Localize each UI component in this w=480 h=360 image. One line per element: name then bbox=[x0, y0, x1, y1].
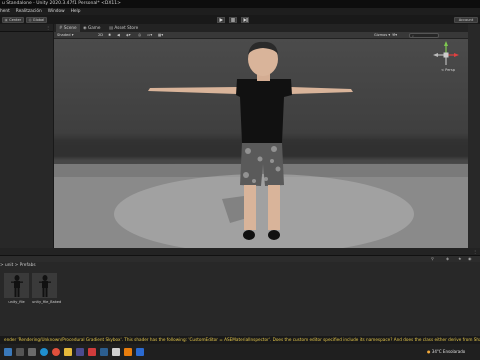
edge-icon[interactable] bbox=[40, 348, 48, 356]
asset-item[interactable]: unity_file bbox=[4, 273, 29, 310]
explorer-icon[interactable] bbox=[64, 348, 72, 356]
hierarchy-menu-icon[interactable]: ⋮ bbox=[46, 24, 50, 32]
menu-item[interactable]: Help bbox=[71, 8, 81, 15]
projection-label[interactable]: < Persp bbox=[441, 68, 455, 72]
menu-bar: hent Realitzación Window Help bbox=[0, 8, 480, 15]
orientation-gizmo[interactable] bbox=[433, 41, 459, 65]
chevron-down-icon: ▾ bbox=[388, 33, 391, 37]
step-button[interactable] bbox=[241, 16, 249, 23]
pivot-icon: ▣ bbox=[4, 17, 8, 22]
scene-search-input[interactable]: ⌕ bbox=[409, 33, 439, 38]
search-icon[interactable] bbox=[16, 348, 24, 356]
pause-icon bbox=[231, 17, 235, 22]
scene-view-toolbar: Shaded ▾ 2D ✺ ◀ ◈▾ ◎ ▭▾ ▦▾ ⚒▾ Gizmos ▾ ⌕ bbox=[54, 32, 468, 39]
mail-icon[interactable] bbox=[88, 348, 96, 356]
weather-widget[interactable]: ● 34°C Ensolarado bbox=[427, 348, 465, 356]
photoshop-icon[interactable] bbox=[136, 348, 144, 356]
globe-icon: ◍ bbox=[28, 17, 32, 22]
effects-icon: ◈▾ bbox=[126, 33, 131, 37]
tab-game[interactable]: ◉ Game bbox=[80, 24, 103, 32]
store-icon[interactable] bbox=[76, 348, 84, 356]
effects-dropdown[interactable]: ◈▾ bbox=[126, 33, 131, 38]
pivot-center-button[interactable]: ▣ Center bbox=[2, 16, 24, 23]
unity-icon[interactable] bbox=[112, 348, 120, 356]
wrench-icon: ⚒▾ bbox=[392, 33, 398, 37]
gizmos-dropdown[interactable]: Gizmos ▾ bbox=[374, 33, 390, 38]
blender-icon[interactable] bbox=[124, 348, 132, 356]
taskbar bbox=[0, 344, 480, 360]
steam-icon[interactable] bbox=[100, 348, 108, 356]
project-header: ⋮ bbox=[0, 248, 480, 256]
inspector-panel bbox=[468, 24, 480, 248]
chevron-down-icon: ▾ bbox=[71, 33, 74, 37]
favorite-icon[interactable]: ★ bbox=[458, 256, 462, 261]
chrome-icon[interactable] bbox=[52, 348, 60, 356]
snap-grid-dropdown[interactable]: ▦▾ bbox=[158, 33, 163, 38]
game-tab-icon: ◉ bbox=[83, 25, 87, 30]
filter-icon[interactable]: ◈ bbox=[446, 256, 449, 261]
store-tab-icon: ▤ bbox=[109, 25, 113, 30]
menu-item[interactable]: Realitzación bbox=[16, 8, 42, 15]
asset-name: unity_file_Baked bbox=[32, 300, 62, 304]
sun-icon: ● bbox=[427, 349, 431, 354]
hidden-count-icon[interactable]: ◉ bbox=[468, 256, 472, 261]
search-icon: ⌕ bbox=[412, 34, 415, 38]
grid-icon: ▦▾ bbox=[158, 33, 164, 37]
asset-name: unity_file bbox=[8, 300, 25, 304]
start-icon[interactable] bbox=[4, 348, 12, 356]
asset-item[interactable]: unity_file_Baked bbox=[32, 273, 62, 310]
project-toolbar: ⚲ ◈ ★ ◉ bbox=[0, 256, 480, 262]
tab-asset-store[interactable]: ▤ Asset Store bbox=[106, 24, 141, 32]
scene-tab-icon: # bbox=[59, 25, 63, 30]
step-icon bbox=[243, 17, 247, 22]
panel-menu-icon[interactable]: ⋮ bbox=[473, 248, 477, 256]
eye-icon: ◎ bbox=[138, 33, 142, 37]
pivot-global-button[interactable]: ◍ Global bbox=[26, 16, 47, 23]
breadcrumb[interactable]: > unit > Prefabs bbox=[0, 262, 36, 270]
audio-toggle[interactable]: ◀ bbox=[117, 33, 120, 38]
main-toolbar: ▣ Center ◍ Global Account bbox=[0, 15, 480, 24]
hierarchy-header: ⋮ bbox=[0, 24, 53, 32]
console-status-bar[interactable]: ender 'Rendering/Unknown/Procedural Grad… bbox=[0, 336, 480, 344]
scene-viewport[interactable]: < Persp bbox=[54, 39, 468, 248]
menu-item[interactable]: Window bbox=[48, 8, 65, 15]
scene-tab-bar: # Scene ◉ Game ▤ Asset Store bbox=[54, 24, 468, 32]
shading-mode-dropdown[interactable]: Shaded ▾ bbox=[57, 33, 74, 38]
lock-icon[interactable]: ⚲ bbox=[431, 256, 434, 261]
light-icon: ✺ bbox=[108, 33, 112, 37]
pause-button[interactable] bbox=[229, 16, 237, 23]
toggle-2d-button[interactable]: 2D bbox=[98, 33, 103, 38]
task-view-icon[interactable] bbox=[28, 348, 36, 356]
play-icon bbox=[219, 17, 223, 22]
window-title: u Standalone - Unity 2020.3.47f1 Persona… bbox=[0, 0, 480, 8]
lighting-toggle[interactable]: ✺ bbox=[108, 33, 111, 38]
menu-item[interactable]: hent bbox=[0, 8, 10, 15]
scene-camera-dropdown[interactable]: ▭▾ bbox=[147, 33, 152, 38]
hierarchy-panel: ⋮ bbox=[0, 24, 53, 248]
hidden-objects-toggle[interactable]: ◎ bbox=[138, 33, 141, 38]
character-prefab-icon bbox=[32, 273, 57, 298]
account-button[interactable]: Account bbox=[454, 16, 478, 23]
tools-icon-button[interactable]: ⚒▾ bbox=[392, 33, 397, 38]
scene-render bbox=[54, 41, 468, 248]
play-button[interactable] bbox=[217, 16, 225, 23]
tab-scene[interactable]: # Scene bbox=[56, 24, 80, 32]
camera-icon: ▭▾ bbox=[147, 33, 153, 37]
character-prefab-icon bbox=[4, 273, 29, 298]
speaker-icon: ◀ bbox=[117, 33, 120, 37]
